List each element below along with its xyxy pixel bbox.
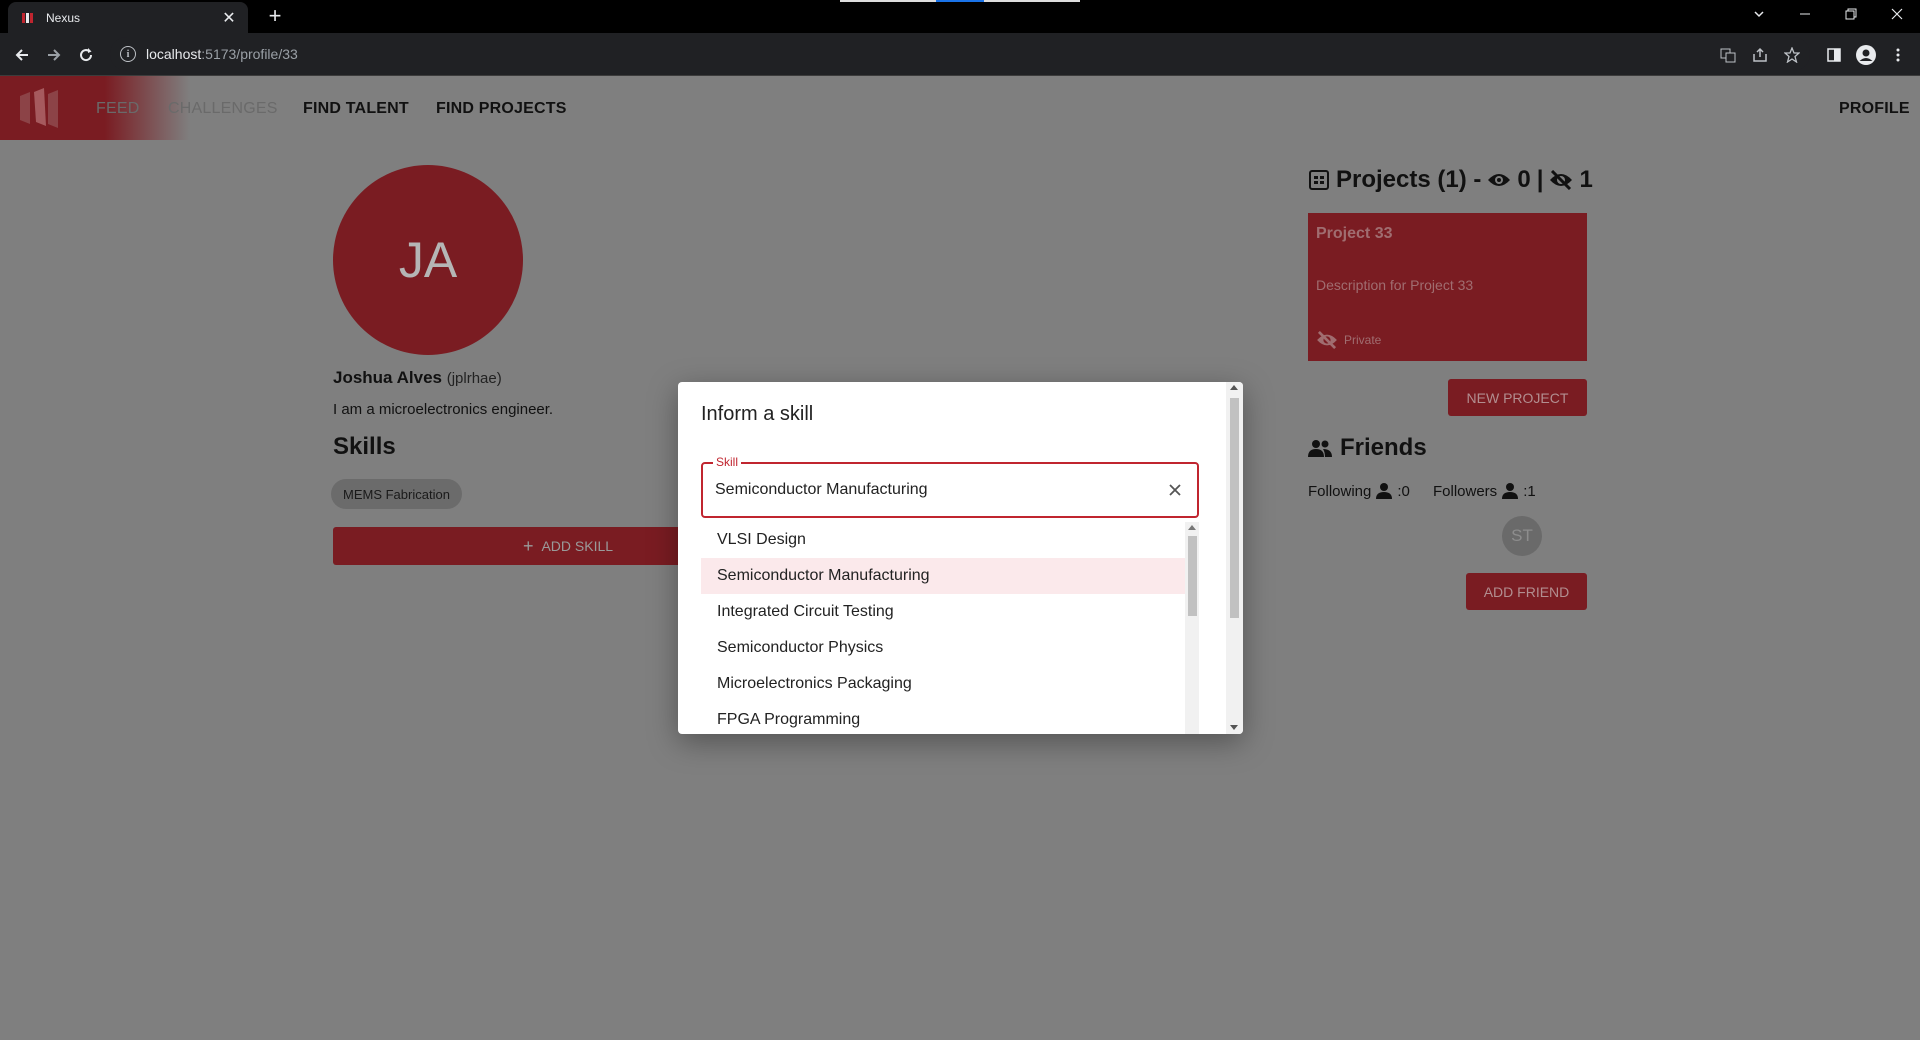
add-skill-label: ADD SKILL [541, 538, 614, 554]
dialog-scrollbar-thumb[interactable] [1230, 398, 1239, 618]
restore-icon[interactable] [1828, 0, 1874, 28]
tabstrip-indicator-active [936, 0, 984, 2]
dialog-title: Inform a skill [701, 403, 814, 425]
projects-separator: | [1536, 166, 1544, 193]
plus-icon: + [522, 535, 534, 556]
minimize-icon[interactable] [1782, 0, 1828, 28]
friend-avatar[interactable]: ST [1502, 516, 1542, 556]
project-card[interactable]: Project 33 Description for Project 33 Pr… [1308, 213, 1587, 361]
options-scrollbar[interactable] [1185, 522, 1199, 734]
scroll-down-icon[interactable] [1230, 725, 1238, 730]
nexus-logo[interactable] [18, 86, 62, 130]
nav-challenges[interactable]: CHALLENGES [168, 100, 278, 118]
person-icon [1376, 483, 1393, 499]
skill-option-highlighted[interactable]: Semiconductor Manufacturing [701, 558, 1185, 594]
tab-title: Nexus [46, 10, 81, 25]
side-panel-icon[interactable] [1822, 43, 1846, 67]
dialog-scrollbar[interactable] [1226, 382, 1243, 734]
profile-name: Joshua Alves [333, 368, 442, 387]
project-visibility: Private [1316, 331, 1381, 349]
site-info-icon[interactable]: i [120, 46, 136, 62]
tab-close-icon[interactable]: ✕ [220, 8, 238, 28]
person-icon [1502, 483, 1519, 499]
new-tab-button[interactable]: + [262, 4, 288, 30]
address-url: localhost:5173/profile/33 [146, 46, 298, 62]
friends-heading: Friends [1308, 434, 1427, 462]
profile-name-line: Joshua Alves (jplrhae) [333, 368, 502, 388]
public-projects-count: 0 [1517, 166, 1531, 193]
scroll-up-icon[interactable] [1230, 385, 1238, 390]
inform-skill-dialog: Inform a skill Skill VLSI Design Semicon… [678, 382, 1243, 734]
following-label: Following [1308, 482, 1372, 500]
translate-icon[interactable] [1716, 43, 1740, 67]
browser-tabstrip: Nexus ✕ + [0, 0, 1920, 33]
profile-avatar-icon[interactable] [1854, 43, 1878, 67]
profile-handle: (jplrhae) [446, 370, 502, 387]
eye-off-icon [1550, 170, 1573, 190]
following-count: :0 [1397, 482, 1410, 500]
logo-area [0, 76, 190, 140]
window-close-icon[interactable] [1874, 0, 1920, 28]
tab-search-icon[interactable] [1736, 0, 1782, 28]
nav-find-projects[interactable]: FIND PROJECTS [436, 100, 567, 118]
skill-field-label: Skill [713, 455, 742, 469]
address-bar[interactable]: i localhost:5173/profile/33 [110, 37, 1810, 71]
project-title: Project 33 [1316, 225, 1393, 242]
following-stat[interactable]: Following :0 [1308, 482, 1410, 500]
browser-menu-icon[interactable] [1886, 43, 1910, 67]
projects-icon [1309, 170, 1329, 190]
app-navbar: FEED CHALLENGES FIND TALENT FIND PROJECT… [0, 76, 1920, 140]
skill-chip[interactable]: MEMS Fabrication [331, 479, 462, 509]
options-scrollbar-thumb[interactable] [1188, 536, 1197, 616]
skill-option[interactable]: Semiconductor Physics [701, 630, 1185, 666]
profile-bio: I am a microelectronics engineer. [333, 401, 554, 418]
friends-heading-text: Friends [1340, 434, 1427, 461]
share-icon[interactable] [1748, 43, 1772, 67]
scroll-up-icon[interactable] [1188, 525, 1196, 530]
eye-icon [1488, 174, 1511, 186]
eye-off-icon [1317, 331, 1337, 349]
followers-stat[interactable]: Followers :1 [1433, 482, 1536, 500]
new-project-button[interactable]: NEW PROJECT [1448, 379, 1587, 416]
projects-heading-text: Projects (1) - [1336, 166, 1482, 193]
url-path: :5173/profile/33 [201, 46, 298, 62]
clear-icon[interactable] [1163, 478, 1187, 502]
add-friend-button[interactable]: ADD FRIEND [1466, 573, 1587, 610]
projects-heading: Projects (1) - 0 | 1 [1308, 166, 1593, 194]
skill-input[interactable] [715, 477, 1155, 503]
forward-icon[interactable] [40, 41, 68, 69]
skill-option[interactable]: VLSI Design [701, 522, 1185, 558]
nav-find-talent[interactable]: FIND TALENT [303, 100, 409, 118]
skill-option[interactable]: Integrated Circuit Testing [701, 594, 1185, 630]
skill-option[interactable]: FPGA Programming [701, 702, 1185, 734]
skill-options-list: VLSI Design Semiconductor Manufacturing … [701, 522, 1199, 734]
skills-heading: Skills [333, 433, 396, 460]
url-host: localhost [146, 46, 202, 62]
skill-field: Skill [701, 455, 1199, 518]
followers-count: :1 [1523, 482, 1536, 500]
nexus-favicon-icon [20, 10, 36, 26]
bookmark-star-icon[interactable] [1780, 43, 1804, 67]
private-projects-count: 1 [1579, 166, 1593, 193]
project-visibility-label: Private [1344, 333, 1382, 347]
browser-tab[interactable]: Nexus ✕ [8, 2, 248, 33]
skill-option[interactable]: Microelectronics Packaging [701, 666, 1185, 702]
followers-label: Followers [1433, 482, 1498, 500]
back-icon[interactable] [8, 41, 36, 69]
browser-toolbar: i localhost:5173/profile/33 [0, 33, 1920, 76]
profile-avatar: JA [333, 165, 523, 355]
people-icon [1308, 440, 1332, 457]
reload-icon[interactable] [72, 41, 100, 69]
project-description: Description for Project 33 [1316, 277, 1474, 293]
nav-feed[interactable]: FEED [96, 100, 139, 118]
nav-profile[interactable]: PROFILE [1839, 100, 1910, 118]
